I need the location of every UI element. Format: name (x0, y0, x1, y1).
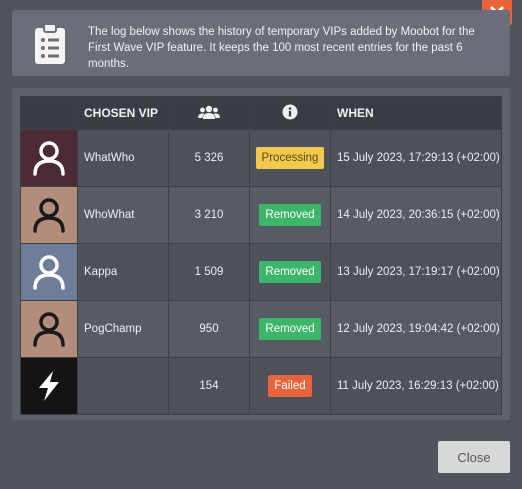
avatar-cell (20, 186, 78, 244)
status-cell: Removed (249, 243, 331, 301)
info-box: The log below shows the history of tempo… (12, 10, 510, 76)
vip-count: 5 326 (168, 129, 250, 187)
user-silhouette-icon (33, 198, 65, 233)
info-circle-icon (282, 104, 298, 119)
avatar (21, 358, 77, 414)
table-row[interactable]: WhoWhat 3 210 Removed 14 July 2023, 20:3… (20, 186, 502, 244)
vip-timestamp: 11 July 2023, 16:29:13 (+02:00) (330, 357, 502, 415)
clipboard-list-icon (35, 23, 65, 64)
table-row[interactable]: 154 Failed 11 July 2023, 16:29:13 (+02:0… (20, 357, 502, 415)
status-badge: Processing (255, 147, 325, 169)
status-badge: Failed (268, 375, 312, 397)
vip-log-table: CHOSEN VIP WHEN WhatWho 5 326 Processing… (20, 96, 502, 415)
avatar-column-header (20, 96, 78, 130)
vip-name (77, 357, 169, 415)
status-badge: Removed (259, 318, 321, 340)
avatar (21, 187, 77, 243)
vip-timestamp: 12 July 2023, 19:04:42 (+02:00) (330, 300, 502, 358)
user-silhouette-icon (33, 255, 65, 290)
avatar-cell (20, 243, 78, 301)
users-icon (198, 105, 220, 119)
vip-count: 950 (168, 300, 250, 358)
vip-name: WhoWhat (77, 186, 169, 244)
vip-timestamp: 13 July 2023, 17:19:17 (+02:00) (330, 243, 502, 301)
lightning-bolt-icon (39, 371, 59, 401)
vip-count: 1 509 (168, 243, 250, 301)
info-text: The log below shows the history of tempo… (88, 26, 475, 70)
status-cell: Removed (249, 300, 331, 358)
user-silhouette-icon (33, 141, 65, 176)
vip-timestamp: 15 July 2023, 17:29:13 (+02:00) (330, 129, 502, 187)
status-badge: Removed (259, 261, 321, 283)
table-row[interactable]: WhatWho 5 326 Processing 15 July 2023, 1… (20, 129, 502, 187)
table-row[interactable]: Kappa 1 509 Removed 13 July 2023, 17:19:… (20, 243, 502, 301)
avatar-cell (20, 300, 78, 358)
avatar-cell (20, 129, 78, 187)
vip-count: 154 (168, 357, 250, 415)
vip-timestamp: 14 July 2023, 20:36:15 (+02:00) (330, 186, 502, 244)
status-column-header[interactable] (249, 96, 331, 130)
vip-log-dialog: The log below shows the history of tempo… (0, 0, 522, 489)
user-silhouette-icon (33, 312, 65, 347)
vip-log-table-container: CHOSEN VIP WHEN WhatWho 5 326 Processing… (12, 88, 510, 420)
avatar (21, 301, 77, 357)
status-cell: Processing (249, 129, 331, 187)
avatar-cell (20, 357, 78, 415)
vip-name: WhatWho (77, 129, 169, 187)
table-row[interactable]: PogChamp 950 Removed 12 July 2023, 19:04… (20, 300, 502, 358)
status-cell: Removed (249, 186, 331, 244)
users-column-header[interactable] (168, 96, 250, 130)
avatar (21, 244, 77, 300)
chosen-vip-header[interactable]: CHOSEN VIP (77, 96, 169, 130)
when-header[interactable]: WHEN (330, 96, 502, 130)
status-cell: Failed (249, 357, 331, 415)
close-button[interactable]: Close (438, 441, 510, 473)
status-badge: Removed (259, 204, 321, 226)
avatar (21, 130, 77, 186)
vip-name: Kappa (77, 243, 169, 301)
vip-name: PogChamp (77, 300, 169, 358)
vip-count: 3 210 (168, 186, 250, 244)
